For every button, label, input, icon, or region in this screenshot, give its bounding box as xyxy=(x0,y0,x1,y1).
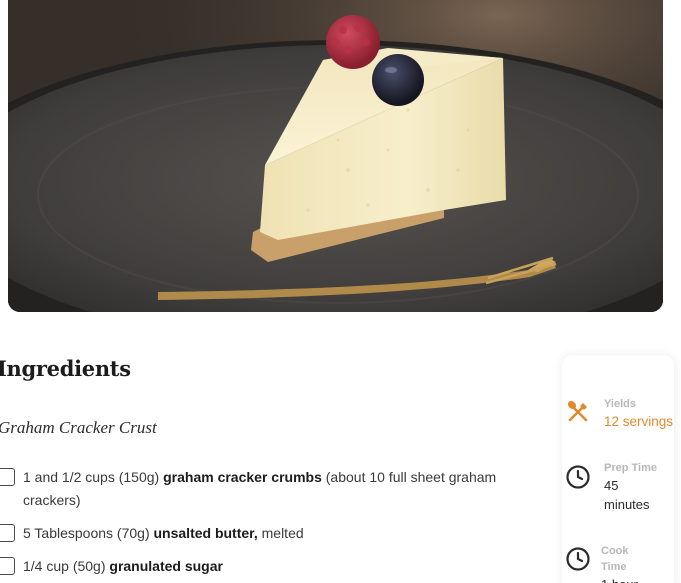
ingredient-name: graham cracker crumbs xyxy=(163,469,322,485)
prep-time-unit: minutes xyxy=(604,497,650,512)
ingredient-item[interactable]: 1/4 cup (50g) granulated sugar xyxy=(0,555,520,578)
ingredients-heading: Ingredients xyxy=(0,356,131,381)
section-title: Graham Cracker Crust xyxy=(0,418,157,437)
ingredient-name: unsalted butter, xyxy=(153,525,258,541)
clock-icon xyxy=(565,546,591,577)
ingredient-checkbox[interactable] xyxy=(0,468,15,486)
yields-label: Yields xyxy=(604,398,636,410)
prep-time-label: Prep Time xyxy=(604,462,657,474)
ingredient-list: 1 and 1/2 cups (150g) graham cracker cru… xyxy=(0,466,520,578)
cook-time-value: 1 hour xyxy=(601,575,638,583)
ingredient-amount: 1/4 cup (50g) xyxy=(23,558,110,574)
recipe-hero-image xyxy=(8,0,663,312)
cook-time-label: Time xyxy=(601,561,627,573)
clock-icon xyxy=(565,464,591,495)
ingredient-amount: 5 Tablespoons (70g) xyxy=(23,525,154,541)
ingredient-item[interactable]: 5 Tablespoons (70g) unsalted butter, mel… xyxy=(0,522,520,545)
recipe-stats-card: Yields 12 servings Prep Time 45 minutes … xyxy=(562,355,674,583)
ingredient-note: melted xyxy=(257,525,304,541)
ingredient-name: granulated sugar xyxy=(109,558,223,574)
prep-time-value: 45 xyxy=(604,478,619,493)
ingredient-amount: 1 and 1/2 cups (150g) xyxy=(23,469,164,485)
yields-value: 12 servings xyxy=(604,414,674,429)
ingredient-checkbox[interactable] xyxy=(0,557,15,575)
ingredient-checkbox[interactable] xyxy=(0,524,15,542)
cook-time-label: Cook xyxy=(601,545,629,557)
utensils-icon xyxy=(565,399,591,430)
ingredient-item[interactable]: 1 and 1/2 cups (150g) graham cracker cru… xyxy=(0,466,520,512)
